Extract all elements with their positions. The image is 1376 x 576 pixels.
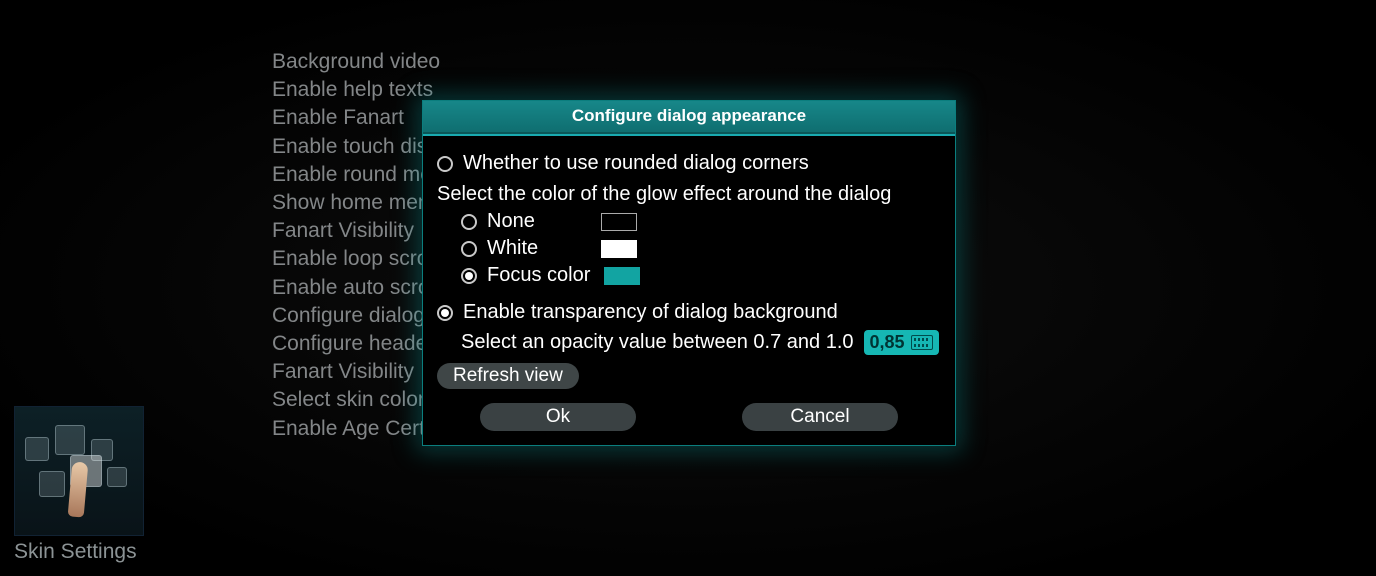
- option-rounded-corners[interactable]: Whether to use rounded dialog corners: [437, 152, 941, 175]
- radio-icon: [461, 241, 477, 257]
- checkbox-icon: [437, 156, 453, 172]
- cancel-button[interactable]: Cancel: [742, 403, 898, 431]
- configure-dialog-appearance: Configure dialog appearance Whether to u…: [422, 100, 956, 446]
- color-swatch-focus: [604, 267, 640, 285]
- ok-button[interactable]: Ok: [480, 403, 636, 431]
- refresh-view-button[interactable]: Refresh view: [437, 363, 579, 389]
- skin-thumbnail: [14, 406, 144, 536]
- opacity-label: Select an opacity value between 0.7 and …: [461, 331, 854, 354]
- page-title: Skin Settings: [14, 540, 146, 564]
- opacity-value: 0,85: [870, 332, 905, 353]
- dialog-title: Configure dialog appearance: [423, 101, 955, 134]
- option-label: Focus color: [487, 264, 590, 287]
- keyboard-icon: [911, 335, 933, 350]
- option-transparency[interactable]: Enable transparency of dialog background: [437, 301, 941, 324]
- option-label: Whether to use rounded dialog corners: [463, 152, 809, 175]
- glow-section-label: Select the color of the glow effect arou…: [437, 183, 941, 206]
- radio-icon: [461, 268, 477, 284]
- opacity-row: Select an opacity value between 0.7 and …: [461, 330, 941, 355]
- radio-icon: [461, 214, 477, 230]
- option-label: White: [487, 237, 587, 260]
- color-swatch-none: [601, 213, 637, 231]
- option-label: None: [487, 210, 587, 233]
- list-item[interactable]: Background video: [272, 48, 559, 76]
- checkbox-icon: [437, 305, 453, 321]
- divider: [423, 134, 955, 136]
- option-label: Enable transparency of dialog background: [463, 301, 838, 324]
- glow-option-focus[interactable]: Focus color: [461, 264, 941, 287]
- touch-hand-icon: [68, 461, 89, 517]
- color-swatch-white: [601, 240, 637, 258]
- glow-option-white[interactable]: White: [461, 237, 941, 260]
- opacity-input[interactable]: 0,85: [864, 330, 939, 355]
- glow-option-none[interactable]: None: [461, 210, 941, 233]
- sidebar-preview: Skin Settings: [14, 406, 146, 564]
